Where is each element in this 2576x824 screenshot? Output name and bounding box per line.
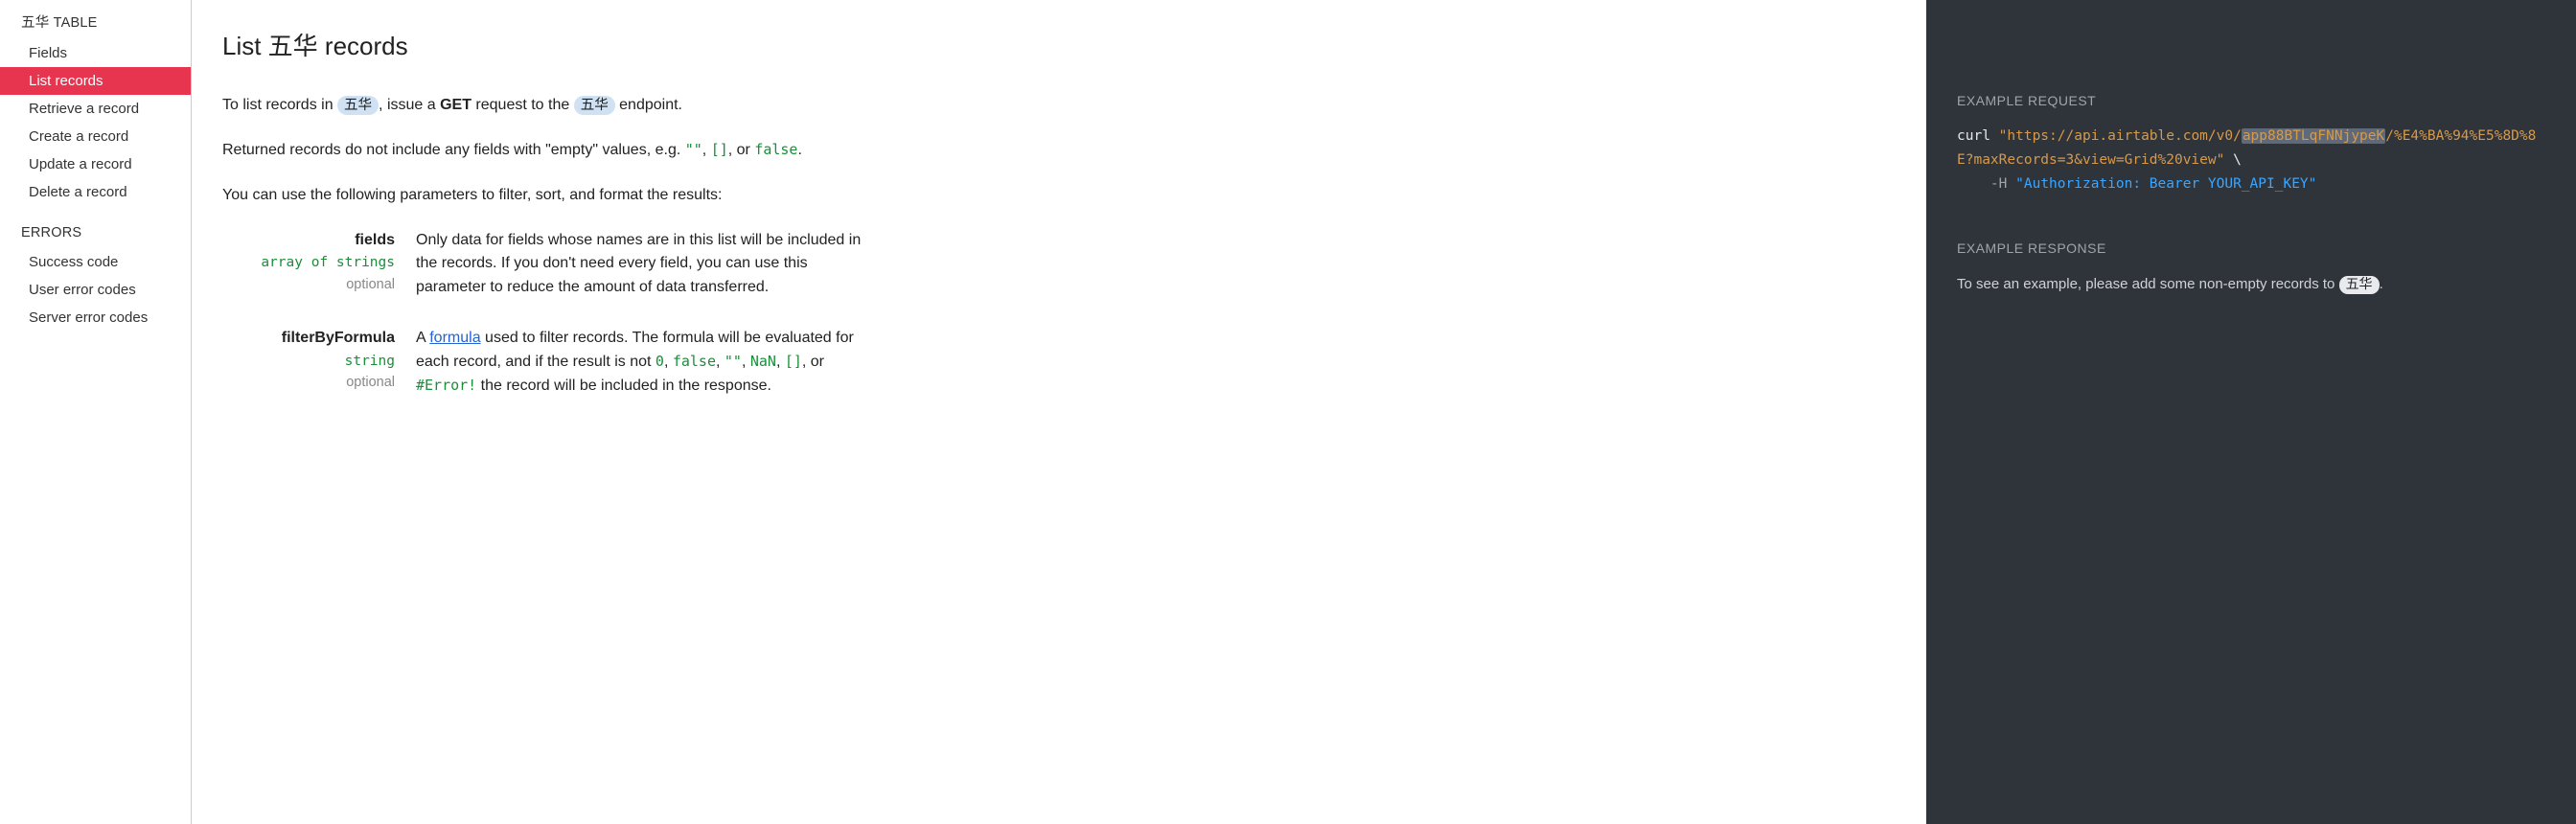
sidebar-item-list-records[interactable]: List records <box>0 67 191 95</box>
resp-note-text: To see an example, please add some non-e… <box>1957 276 2339 292</box>
sidebar-section-table: 五华 TABLE <box>0 6 191 39</box>
page-title: List 五华 records <box>222 27 862 65</box>
param-name: fields <box>222 229 395 253</box>
param-left: filterByFormula string optional <box>222 327 395 398</box>
empty-text: , or <box>728 142 755 158</box>
sidebar-item-fields[interactable]: Fields <box>0 39 191 67</box>
code-literal: false <box>754 141 797 158</box>
curl-flag: -H <box>1990 176 2015 192</box>
sidebar-item-success-code[interactable]: Success code <box>0 248 191 276</box>
param-description: Only data for fields whose names are in … <box>416 229 862 300</box>
resp-note-text: . <box>2380 276 2383 292</box>
sidebar-item-create-record[interactable]: Create a record <box>0 123 191 150</box>
empty-text: Returned records do not include any fiel… <box>222 142 685 158</box>
example-request-label: EXAMPLE REQUEST <box>1957 90 2545 111</box>
code-literal: false <box>673 353 716 370</box>
param-optional: optional <box>222 274 395 295</box>
param-optional: optional <box>222 372 395 393</box>
param-name: filterByFormula <box>222 327 395 351</box>
sidebar-item-user-error-codes[interactable]: User error codes <box>0 276 191 304</box>
example-panel: EXAMPLE REQUEST curl "https://api.airtab… <box>1926 0 2576 824</box>
curl-cmd: curl <box>1957 128 1999 144</box>
filter-intro-paragraph: You can use the following parameters to … <box>222 184 862 208</box>
desc-text: A <box>416 330 429 346</box>
table-name-badge: 五华 <box>2339 276 2380 294</box>
intro-text: endpoint. <box>615 97 682 113</box>
desc-text: the record will be included in the respo… <box>476 378 771 394</box>
sidebar-item-update-record[interactable]: Update a record <box>0 150 191 178</box>
sidebar-item-server-error-codes[interactable]: Server error codes <box>0 304 191 332</box>
app-id-highlight: app88BTLqFNNjypeK <box>2242 128 2385 144</box>
code-literal: "" <box>685 141 702 158</box>
code-literal: [] <box>711 141 728 158</box>
intro-text: request to the <box>472 97 574 113</box>
code-literal: NaN <box>750 353 776 370</box>
sidebar-section-errors: ERRORS <box>0 219 191 248</box>
param-fields: fields array of strings optional Only da… <box>222 229 862 300</box>
empty-text: . <box>797 142 801 158</box>
table-name-badge: 五华 <box>337 96 379 115</box>
desc-text: , <box>776 354 785 370</box>
param-left: fields array of strings optional <box>222 229 395 300</box>
auth-header: "Authorization: Bearer YOUR_API_KEY" <box>2015 176 2316 192</box>
desc-text: , <box>716 354 724 370</box>
example-response-label: EXAMPLE RESPONSE <box>1957 238 2545 259</box>
code-indent <box>1957 176 1990 192</box>
param-filter-by-formula: filterByFormula string optional A formul… <box>222 327 862 398</box>
sidebar-item-retrieve-record[interactable]: Retrieve a record <box>0 95 191 123</box>
url-prefix: https://api.airtable.com/v0/ <box>2007 128 2241 144</box>
param-type: string <box>222 351 395 372</box>
sidebar: 五华 TABLE Fields List records Retrieve a … <box>0 0 192 824</box>
intro-paragraph: To list records in 五华, issue a GET reque… <box>222 94 862 118</box>
param-description: A formula used to filter records. The fo… <box>416 327 862 398</box>
endpoint-badge: 五华 <box>574 96 615 115</box>
desc-text: , or <box>802 354 824 370</box>
intro-text: To list records in <box>222 97 337 113</box>
empty-text: , <box>702 142 711 158</box>
code-literal: #Error! <box>416 377 476 394</box>
param-type: array of strings <box>222 252 395 273</box>
http-method: GET <box>440 97 472 113</box>
code-literal: 0 <box>656 353 664 370</box>
desc-text: , <box>664 354 673 370</box>
main-content: List 五华 records To list records in 五华, i… <box>192 0 920 824</box>
desc-text: , <box>742 354 750 370</box>
example-response-note: To see an example, please add some non-e… <box>1957 273 2545 296</box>
line-continuation: \ <box>2224 152 2241 168</box>
intro-text: , issue a <box>379 97 440 113</box>
empty-values-paragraph: Returned records do not include any fiel… <box>222 139 862 163</box>
sidebar-item-delete-record[interactable]: Delete a record <box>0 178 191 206</box>
formula-link[interactable]: formula <box>429 330 480 346</box>
example-request-code: curl "https://api.airtable.com/v0/app88B… <box>1957 125 2545 195</box>
code-literal: [] <box>785 353 802 370</box>
code-literal: "" <box>724 353 742 370</box>
